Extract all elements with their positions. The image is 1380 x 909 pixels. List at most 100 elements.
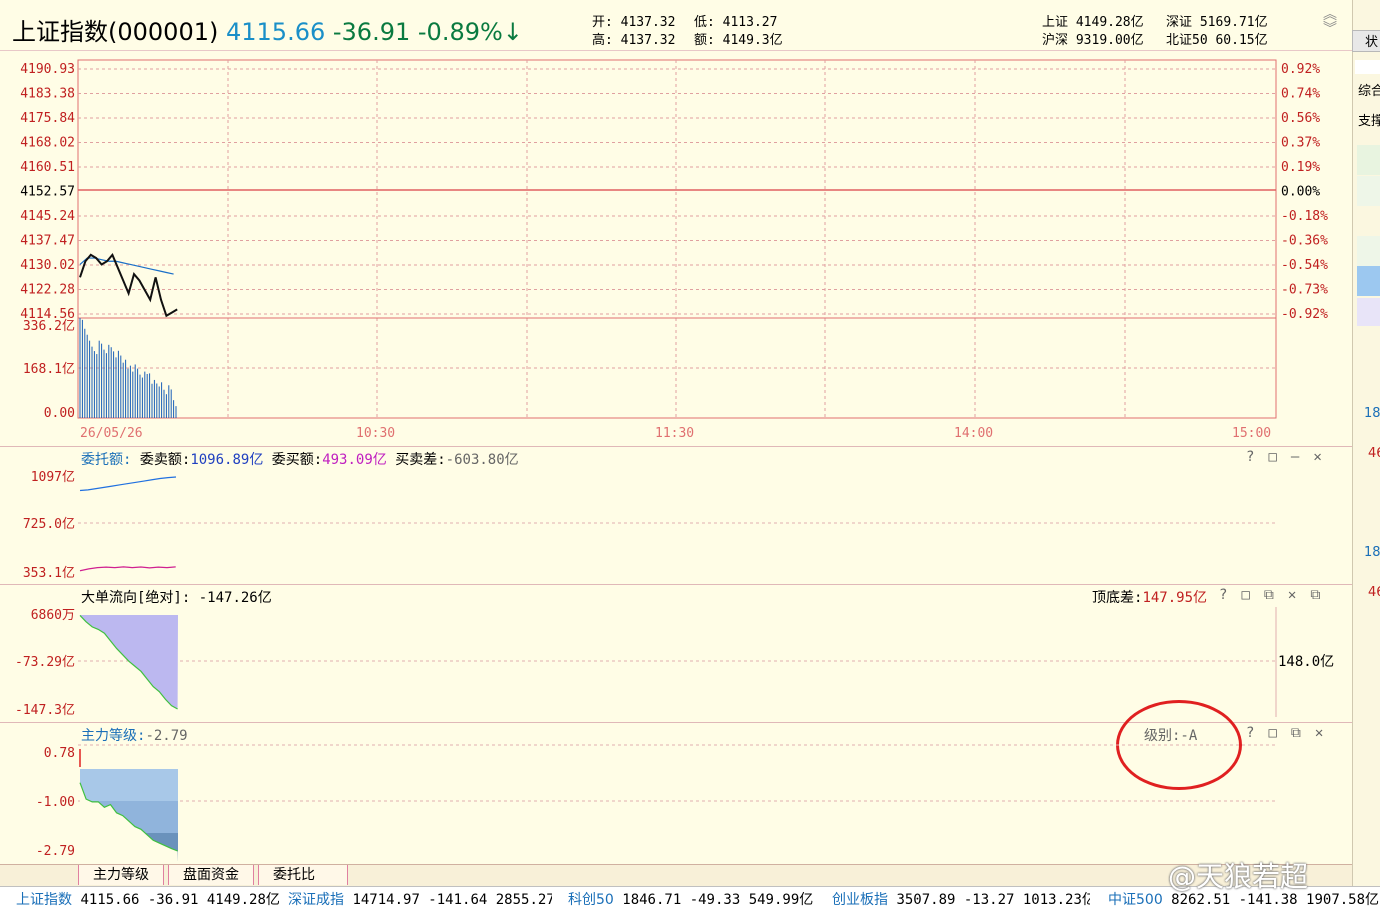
side-text-composite: 综合 bbox=[1358, 84, 1380, 99]
bigorder-tick-label: 6860万 bbox=[31, 608, 75, 623]
bigorder-tick-label: -73.29亿 bbox=[15, 655, 75, 670]
volume-axis: 336.2亿 168.1亿 0.00 bbox=[23, 319, 75, 421]
entrust-chart[interactable]: 1097亿 725.0亿 353.1亿 bbox=[0, 447, 1352, 584]
left-tick-label: 4130.02 bbox=[20, 258, 75, 273]
left-tick-label: 4122.28 bbox=[20, 283, 75, 298]
index-price: 4115.66 bbox=[225, 18, 326, 46]
right-tick-label: 0.74% bbox=[1281, 87, 1320, 102]
left-tick-label: 4152.57 bbox=[20, 185, 75, 200]
level-tick-label: 0.78 bbox=[44, 746, 75, 761]
side-block-3 bbox=[1357, 236, 1380, 266]
right-tick-label: 0.00% bbox=[1281, 185, 1320, 200]
right-tick-label: -0.54% bbox=[1281, 258, 1328, 273]
price-hgrid bbox=[78, 68, 1276, 315]
open-stat: 开: 4137.32 bbox=[592, 11, 675, 30]
hs-stat: 沪深 9319.00亿 bbox=[1042, 29, 1144, 48]
low-stat: 低: 4113.27 bbox=[694, 11, 777, 30]
left-tick-label: 4175.84 bbox=[20, 111, 75, 126]
bz-value: 60.15亿 bbox=[1215, 33, 1268, 48]
right-tick-label: -0.73% bbox=[1281, 283, 1328, 298]
open-label: 开: bbox=[592, 15, 613, 30]
hs-value: 9319.00亿 bbox=[1075, 33, 1144, 48]
level-axis: 0.78 -1.00 -2.79 bbox=[36, 746, 75, 859]
entrust-tick-label: 353.1亿 bbox=[23, 566, 75, 581]
hs-label: 沪深 bbox=[1042, 33, 1069, 48]
time-axis: 26/05/26 10:30 11:30 14:00 15:00 bbox=[80, 426, 1271, 441]
ticker-cyb-label[interactable]: 创业板指 bbox=[832, 892, 888, 908]
ticker-cyb[interactable]: 创业板指 3507.89 -13.27 1013.23亿 bbox=[832, 889, 1090, 909]
buy-line bbox=[79, 566, 176, 572]
watermark: @天狼若超 bbox=[1168, 860, 1309, 893]
avg-price-line bbox=[79, 257, 174, 275]
side-block-2 bbox=[1357, 176, 1380, 206]
sh-value: 4149.28亿 bbox=[1075, 15, 1144, 30]
low-value: 4113.27 bbox=[722, 15, 778, 30]
left-tick-label: 4183.38 bbox=[20, 87, 75, 102]
level-tick-label: -1.00 bbox=[36, 795, 75, 810]
side-num-1: 18 bbox=[1364, 406, 1380, 421]
side-strip bbox=[1355, 60, 1380, 74]
scroll-down-icon[interactable]: ︾ bbox=[1320, 22, 1340, 36]
ticker-kc50[interactable]: 科创50 1846.71 -49.33 549.99亿 bbox=[568, 889, 813, 909]
side-block-purple bbox=[1357, 298, 1380, 326]
entrust-tick-label: 1097亿 bbox=[31, 470, 75, 485]
sz-value: 5169.71亿 bbox=[1199, 15, 1268, 30]
ticker-sh-label[interactable]: 上证指数 bbox=[16, 892, 72, 908]
volume-tick-label: 336.2亿 bbox=[23, 319, 75, 334]
right-tick-label: 0.56% bbox=[1281, 111, 1320, 126]
ticker-zz500-label[interactable]: 中证500 bbox=[1108, 892, 1163, 908]
high-label: 高: bbox=[592, 33, 613, 48]
high-value: 4137.32 bbox=[620, 33, 676, 48]
amount-label: 额: bbox=[694, 33, 715, 48]
level-chart[interactable]: 0.78 -1.00 -2.79 bbox=[0, 723, 1352, 864]
right-tick-label: 0.92% bbox=[1281, 62, 1320, 77]
bigorder-right-value: 148.0亿 bbox=[1278, 654, 1334, 670]
scroll-up-icon[interactable]: ︽ bbox=[1320, 8, 1340, 22]
right-tick-label: 0.19% bbox=[1281, 160, 1320, 175]
ticker-kc50-values: 1846.71 -49.33 549.99亿 bbox=[622, 892, 814, 908]
low-label: 低: bbox=[694, 15, 715, 30]
amount-value: 4149.3亿 bbox=[722, 33, 783, 48]
level-tick-label: -2.79 bbox=[36, 844, 75, 859]
ticker-sz-values: 14714.97 -141.64 2855.27亿 bbox=[352, 892, 552, 908]
ticker-kc50-label[interactable]: 科创50 bbox=[568, 892, 614, 908]
index-change: -36.91 bbox=[332, 18, 411, 46]
right-tick-label: 0.37% bbox=[1281, 136, 1320, 151]
entrust-axis: 1097亿 725.0亿 353.1亿 bbox=[23, 470, 75, 581]
tab-main-level[interactable]: 主力等级 bbox=[78, 865, 164, 885]
left-tick-label: 4137.47 bbox=[20, 234, 75, 249]
time-label: 10:30 bbox=[356, 426, 395, 441]
bigorder-chart[interactable]: 6860万 -73.29亿 -147.3亿 148.0亿 bbox=[0, 585, 1352, 722]
time-label: 11:30 bbox=[655, 426, 694, 441]
scroll-arrows[interactable]: ︽ ︾ bbox=[1320, 8, 1340, 44]
side-block-1 bbox=[1357, 145, 1380, 175]
down-arrow-icon: ↓ bbox=[502, 18, 523, 46]
tab-entrust-ratio[interactable]: 委托比 bbox=[258, 865, 348, 885]
ticker-sh[interactable]: 上证指数 4115.66 -36.91 4149.28亿 bbox=[16, 889, 280, 909]
bz-label: 北证50 bbox=[1166, 33, 1208, 48]
entrust-tick-label: 725.0亿 bbox=[23, 517, 75, 532]
price-right-axis: 0.92% 0.74% 0.56% 0.37% 0.19% 0.00% -0.18% -0.3… bbox=[1281, 62, 1328, 322]
index-pct: -0.89% bbox=[417, 18, 503, 46]
right-tick-label: -0.92% bbox=[1281, 307, 1328, 322]
ticker-sh-values: 4115.66 -36.91 4149.28亿 bbox=[80, 892, 280, 908]
index-title: 上证指数(000001) 4115.66 -36.91 -0.89%↓ bbox=[12, 12, 523, 47]
ticker-sz-label[interactable]: 深证成指 bbox=[288, 892, 344, 908]
amount-stat: 额: 4149.3亿 bbox=[694, 29, 783, 48]
open-value: 4137.32 bbox=[620, 15, 676, 30]
side-block-blue bbox=[1357, 266, 1380, 296]
left-tick-label: 4145.24 bbox=[20, 209, 75, 224]
volume-tick-label: 168.1亿 bbox=[23, 362, 75, 377]
price-chart[interactable]: 4190.93 4183.38 4175.84 4168.02 4160.51 4152.… bbox=[0, 50, 1352, 446]
time-label: 15:00 bbox=[1232, 426, 1271, 441]
tab-market-funds[interactable]: 盘面资金 bbox=[168, 865, 254, 885]
right-tick-label: -0.36% bbox=[1281, 234, 1328, 249]
right-tick-label: -0.18% bbox=[1281, 209, 1328, 224]
time-label: 26/05/26 bbox=[80, 426, 143, 441]
sh-label: 上证 bbox=[1042, 15, 1069, 30]
status-tab[interactable]: 状 bbox=[1352, 30, 1380, 52]
ticker-sz[interactable]: 深证成指 14714.97 -141.64 2855.27亿 bbox=[288, 889, 552, 909]
sell-line bbox=[79, 476, 177, 492]
price-left-axis: 4190.93 4183.38 4175.84 4168.02 4160.51 4152.… bbox=[20, 62, 75, 322]
price-frame bbox=[77, 59, 1277, 419]
